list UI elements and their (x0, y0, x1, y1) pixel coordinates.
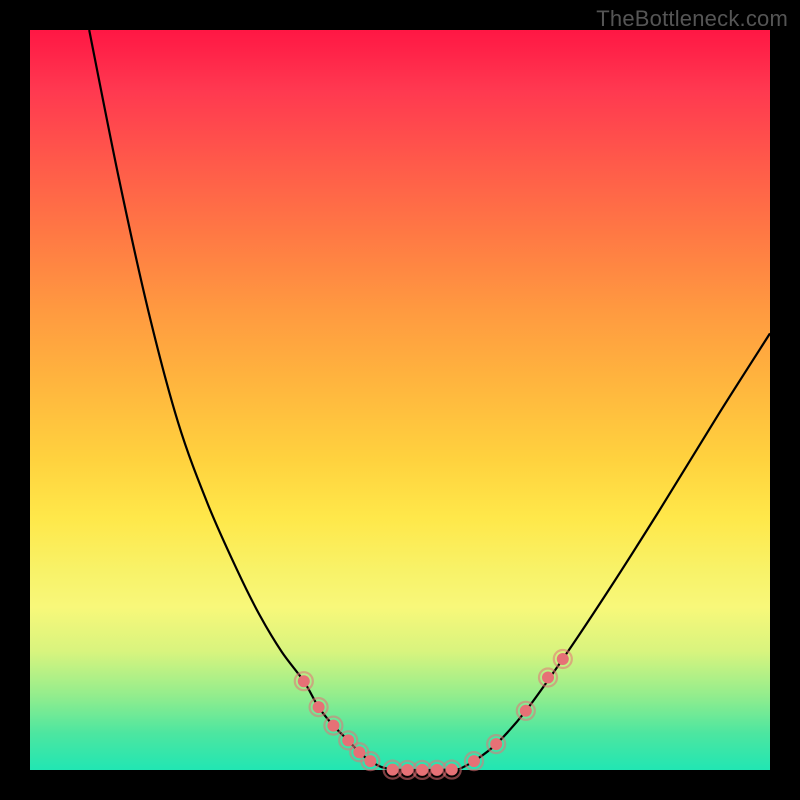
curve-marker (431, 764, 443, 776)
curve-marker (342, 734, 354, 746)
curve-marker (520, 705, 532, 717)
curve-marker (446, 764, 458, 776)
curve-marker (313, 701, 325, 713)
curve-marker (387, 764, 399, 776)
curve-marker (416, 764, 428, 776)
curve-marker (490, 738, 502, 750)
curve-marker (468, 755, 480, 767)
curve-marker (557, 653, 569, 665)
watermark-text: TheBottleneck.com (596, 6, 788, 32)
curve-marker (542, 672, 554, 684)
plot-area (30, 30, 770, 770)
curve-marker (327, 720, 339, 732)
curve-marker (364, 755, 376, 767)
curve-right (459, 333, 770, 769)
curve-left (89, 30, 392, 770)
chart-svg (30, 30, 770, 770)
curve-marker (401, 764, 413, 776)
curve-marker-group (295, 650, 572, 779)
chart-stage: TheBottleneck.com (0, 0, 800, 800)
curve-marker (298, 675, 310, 687)
